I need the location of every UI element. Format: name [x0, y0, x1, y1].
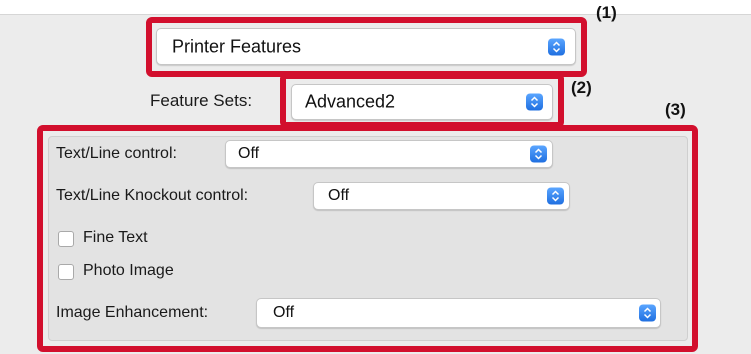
fine-text-label: Fine Text	[83, 229, 148, 246]
photo-image-label: Photo Image	[83, 262, 174, 279]
feature-sets-popup[interactable]: Advanced2	[291, 84, 553, 120]
text-line-knockout-popup[interactable]: Off	[313, 182, 570, 210]
image-enhancement-value: Off	[273, 304, 295, 321]
feature-sets-label: Feature Sets:	[150, 91, 253, 110]
text-line-knockout-label: Text/Line Knockout control:	[56, 187, 249, 204]
panel-divider	[0, 14, 751, 15]
image-enhancement-popup[interactable]: Off	[256, 298, 661, 328]
image-enhancement-label: Image Enhancement:	[56, 304, 209, 321]
fine-text-checkbox[interactable]	[58, 231, 74, 247]
text-line-control-label: Text/Line control:	[56, 145, 177, 162]
text-line-control-value: Off	[238, 145, 260, 162]
chevron-updown-icon	[547, 187, 564, 205]
chevron-updown-icon	[548, 38, 565, 55]
chevron-updown-icon	[639, 304, 656, 322]
text-line-knockout-value: Off	[328, 187, 350, 204]
text-line-control-popup[interactable]: Off	[225, 140, 553, 168]
callout-2: (2)	[571, 78, 592, 97]
chevron-updown-icon	[526, 93, 543, 111]
feature-sets-value: Advanced2	[305, 91, 396, 112]
callout-3: (3)	[665, 100, 686, 119]
chevron-updown-icon	[530, 145, 547, 163]
printer-features-popup[interactable]: Printer Features	[156, 28, 576, 65]
photo-image-checkbox[interactable]	[58, 264, 74, 280]
printer-features-value: Printer Features	[172, 36, 302, 56]
callout-1: (1)	[596, 3, 617, 22]
